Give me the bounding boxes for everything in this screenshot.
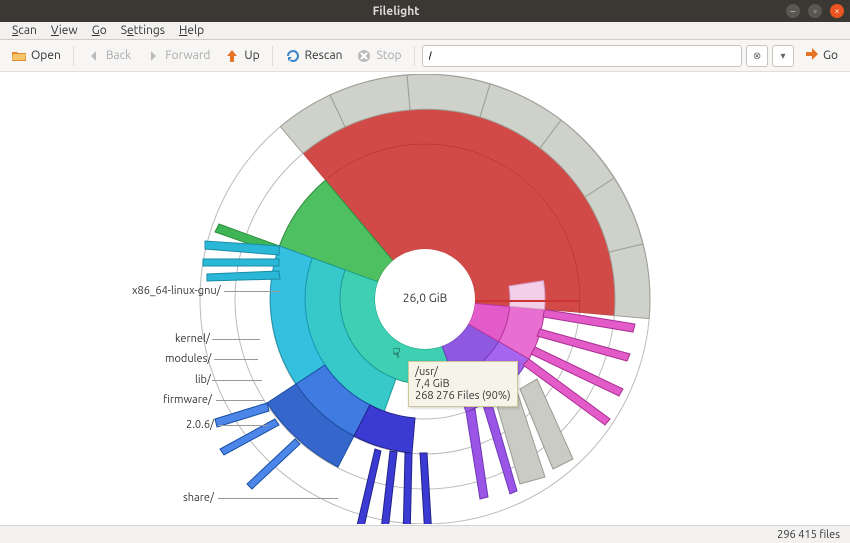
go-arrow-icon <box>804 46 820 65</box>
label-line <box>212 380 262 381</box>
forward-button[interactable]: Forward <box>140 46 215 66</box>
back-label: Back <box>106 49 131 62</box>
label-line <box>218 498 338 499</box>
location-bar: ⊗ ▾ <box>422 45 795 67</box>
label-line <box>218 425 268 426</box>
segment-cyan-spikes[interactable] <box>203 241 280 281</box>
go-button[interactable]: Go <box>798 44 844 67</box>
menu-go[interactable]: Go <box>86 23 113 38</box>
close-button[interactable]: × <box>830 4 844 18</box>
stop-icon <box>356 48 372 64</box>
menu-help[interactable]: Help <box>173 23 210 38</box>
hover-tooltip: /usr/ 7,4 GiB 268 276 Files (90%) <box>408 361 518 407</box>
forward-label: Forward <box>165 49 210 62</box>
go-label: Go <box>823 49 838 62</box>
location-dropdown-button[interactable]: ▾ <box>772 45 794 67</box>
up-button[interactable]: Up <box>219 46 264 66</box>
stop-label: Stop <box>376 49 401 62</box>
label-kernel: kernel/ <box>175 333 210 345</box>
label-ver: 2.0.6/ <box>186 419 214 431</box>
statusbar: 296 415 files <box>0 525 850 543</box>
minimize-button[interactable]: – <box>786 4 800 18</box>
label-line <box>212 339 260 340</box>
menu-view[interactable]: View <box>45 23 84 38</box>
stop-button[interactable]: Stop <box>351 46 406 66</box>
center-size-text: 26,0 GiB <box>403 292 448 305</box>
separator <box>272 46 273 66</box>
back-button[interactable]: Back <box>81 46 136 66</box>
window-title: Filelight <box>6 5 786 18</box>
label-modules: modules/ <box>165 353 211 365</box>
window-controls: – ▫ × <box>786 4 844 18</box>
label-share: share/ <box>183 492 214 504</box>
menu-settings[interactable]: Settings <box>115 23 171 38</box>
menubar: Scan View Go Settings Help <box>0 22 850 40</box>
toolbar: Open Back Forward Up Rescan Stop ⊗ ▾ <box>0 40 850 72</box>
folder-open-icon <box>11 48 27 64</box>
chevron-right-icon <box>145 48 161 64</box>
open-button[interactable]: Open <box>6 46 66 66</box>
tooltip-path: /usr/ <box>415 366 511 378</box>
titlebar: Filelight – ▫ × <box>0 0 850 22</box>
arrow-up-icon <box>224 48 240 64</box>
chart-area[interactable]: 26,0 GiB x86_64-linux-gnu/ kernel/ modul… <box>0 72 850 525</box>
rescan-button[interactable]: Rescan <box>280 46 348 66</box>
clear-location-button[interactable]: ⊗ <box>746 45 768 67</box>
segment-indigo-share[interactable] <box>354 405 432 524</box>
label-firmware: firmware/ <box>163 394 212 406</box>
separator <box>73 46 74 66</box>
menu-scan[interactable]: Scan <box>6 23 43 38</box>
refresh-icon <box>285 48 301 64</box>
separator <box>414 46 415 66</box>
status-file-count: 296 415 files <box>777 529 840 541</box>
center-size-label[interactable]: 26,0 GiB <box>375 249 475 349</box>
label-line <box>216 400 264 401</box>
label-line <box>214 359 258 360</box>
rescan-label: Rescan <box>305 49 343 62</box>
maximize-button[interactable]: ▫ <box>808 4 822 18</box>
label-line <box>224 291 280 292</box>
chevron-left-icon <box>86 48 102 64</box>
location-input[interactable] <box>422 45 743 67</box>
open-label: Open <box>31 49 61 62</box>
label-lib: lib/ <box>195 374 211 386</box>
tooltip-size: 7,4 GiB <box>415 378 511 390</box>
up-label: Up <box>244 49 259 62</box>
tooltip-files: 268 276 Files (90%) <box>415 390 511 402</box>
segment-palepink[interactable] <box>509 280 545 309</box>
label-x86: x86_64-linux-gnu/ <box>132 285 221 297</box>
